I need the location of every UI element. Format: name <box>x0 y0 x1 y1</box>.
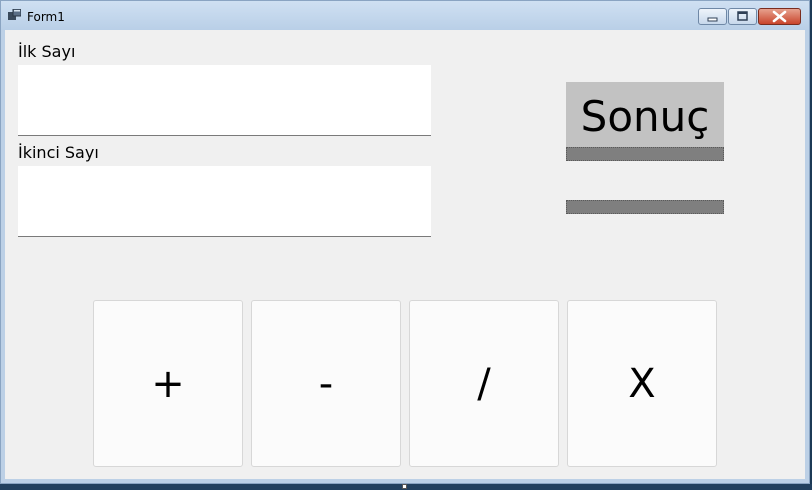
divide-button[interactable]: / <box>409 300 559 467</box>
maximize-button[interactable] <box>728 8 757 25</box>
caption-buttons <box>698 8 801 26</box>
minimize-icon <box>707 17 718 22</box>
close-icon <box>772 10 787 23</box>
add-button[interactable]: + <box>93 300 243 467</box>
first-number-label: İlk Sayı <box>18 42 76 61</box>
result-label: Sonuç <box>566 82 724 148</box>
first-number-input[interactable] <box>18 65 431 136</box>
resize-handle[interactable] <box>402 484 407 489</box>
title-bar[interactable]: Form1 <box>1 1 809 30</box>
maximize-icon <box>737 11 748 21</box>
second-number-input[interactable] <box>18 166 431 237</box>
multiply-button[interactable]: X <box>567 300 717 467</box>
close-button[interactable] <box>758 8 801 25</box>
form-client-area: İlk Sayı İkinci Sayı Sonuç + - / X <box>5 30 805 479</box>
minimize-button[interactable] <box>698 8 727 25</box>
subtract-button[interactable]: - <box>251 300 401 467</box>
result-value-strip <box>566 200 724 214</box>
form-app-icon <box>8 9 21 20</box>
second-number-label: İkinci Sayı <box>18 143 99 162</box>
window-title: Form1 <box>27 10 65 24</box>
form-window: Form1 İlk Sayı İkinci Sayı Sonuç + - / X <box>0 0 810 484</box>
result-underline <box>566 147 724 161</box>
